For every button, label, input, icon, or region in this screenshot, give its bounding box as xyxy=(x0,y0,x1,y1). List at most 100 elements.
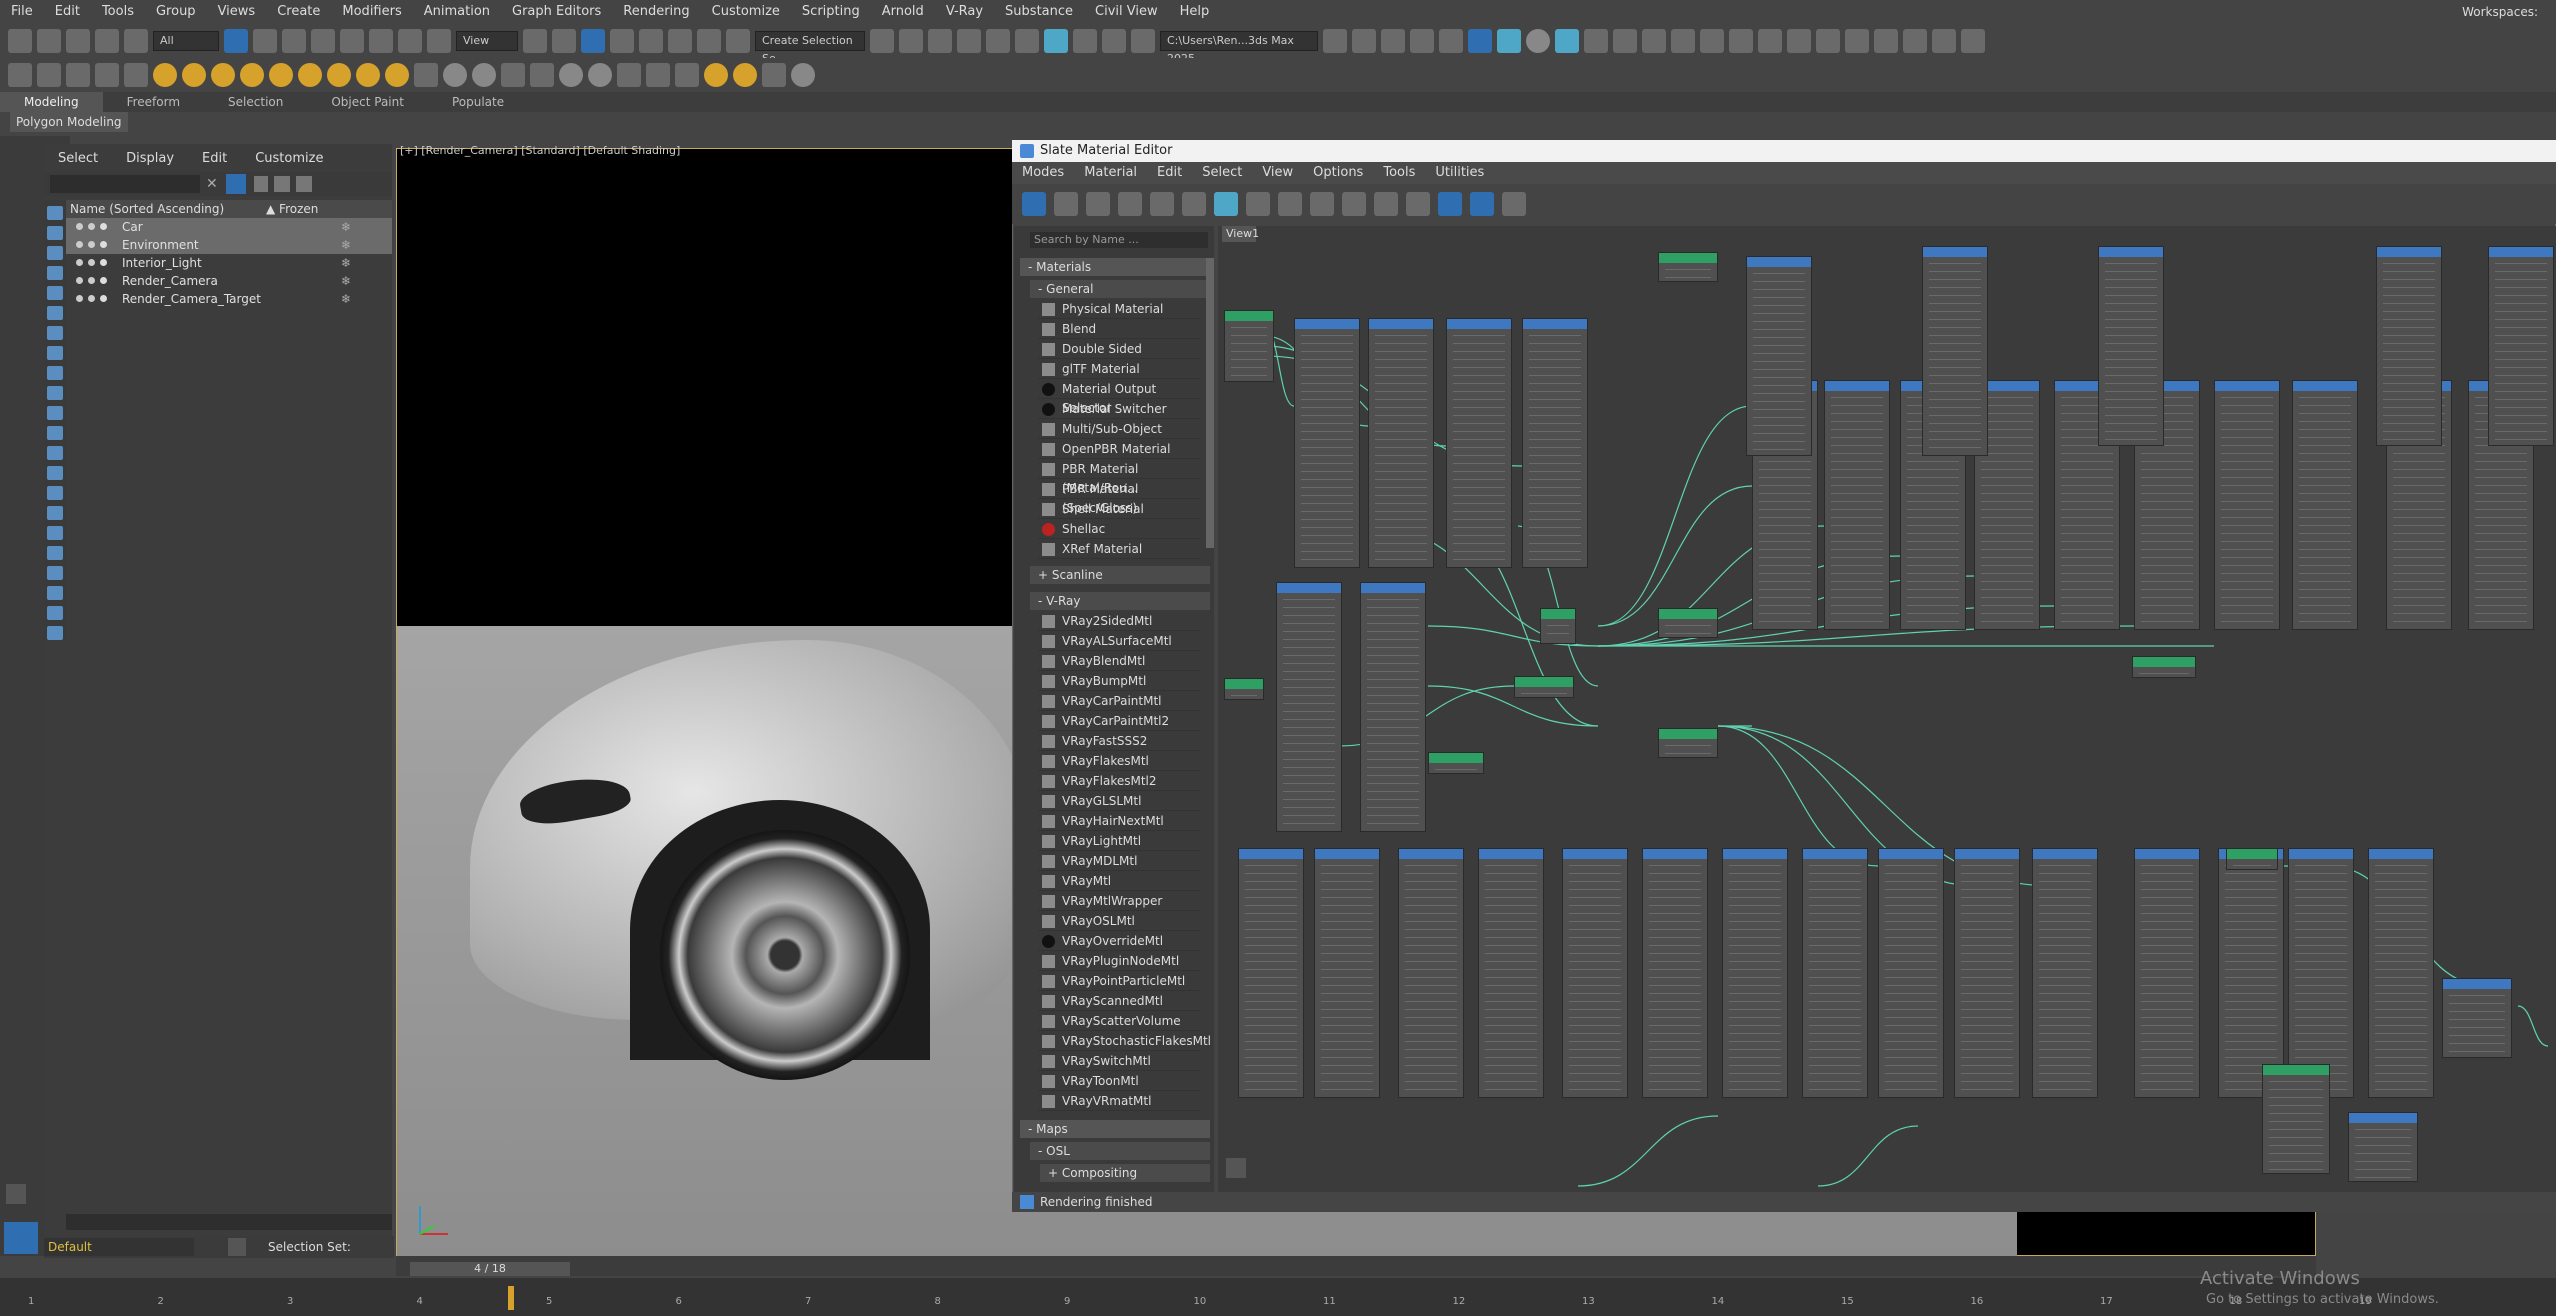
vray-ipr-icon[interactable] xyxy=(1932,29,1956,53)
slate-menu-view[interactable]: View xyxy=(1252,162,1303,184)
explorer-tool-icon[interactable] xyxy=(47,226,63,240)
material-node[interactable] xyxy=(1514,676,1574,698)
nav-zoom-icon[interactable] xyxy=(1470,192,1494,216)
material-node[interactable] xyxy=(1954,848,2020,1098)
material-node[interactable] xyxy=(1314,848,1380,1098)
material-item[interactable]: VRayFlakesMtl2 xyxy=(1038,772,1200,791)
menu-graph-editors[interactable]: Graph Editors xyxy=(501,0,612,24)
explorer-tool-icon[interactable] xyxy=(47,626,63,640)
toggle-scene-explorer-icon[interactable] xyxy=(928,29,952,53)
material-node[interactable] xyxy=(2226,848,2278,870)
scale-icon[interactable] xyxy=(398,29,422,53)
material-node[interactable] xyxy=(1224,678,1264,700)
spinner-snap-icon[interactable] xyxy=(697,29,721,53)
material-node[interactable] xyxy=(2376,246,2442,446)
material-item[interactable]: VRay2SidedMtl xyxy=(1038,612,1200,631)
keyboard-shortcut-icon[interactable] xyxy=(581,29,605,53)
grid-icon[interactable] xyxy=(762,63,786,87)
lock-icon[interactable] xyxy=(254,176,268,192)
material-node[interactable] xyxy=(1478,848,1544,1098)
material-node[interactable] xyxy=(1446,318,1512,568)
vray-light-icon[interactable] xyxy=(1671,29,1695,53)
slate-menu-material[interactable]: Material xyxy=(1074,162,1147,184)
select-by-name-icon[interactable] xyxy=(253,29,277,53)
material-node[interactable] xyxy=(2032,848,2098,1098)
placement-icon[interactable] xyxy=(427,29,451,53)
material-node[interactable] xyxy=(1360,582,1426,832)
scene-row[interactable]: Interior_Light ❄ xyxy=(66,254,392,272)
camera-icon[interactable] xyxy=(66,63,90,87)
vray-proxy-icon[interactable] xyxy=(1845,29,1869,53)
material-item[interactable]: VRayFastSSS2 xyxy=(1038,732,1200,751)
rotate-icon[interactable] xyxy=(369,29,393,53)
material-node[interactable] xyxy=(1562,848,1628,1098)
alem-icon[interactable] xyxy=(1758,29,1782,53)
filter-icon[interactable] xyxy=(226,174,246,194)
window-crossing-icon[interactable] xyxy=(311,29,335,53)
nav-fit-icon[interactable] xyxy=(1438,192,1462,216)
material-node[interactable] xyxy=(2214,380,2280,630)
material-node[interactable] xyxy=(2288,848,2354,1098)
vray-denoise-icon[interactable] xyxy=(1903,29,1927,53)
material-item[interactable]: VRayOverrideMtl xyxy=(1038,932,1200,951)
material-node[interactable] xyxy=(2292,380,2358,630)
material-node[interactable] xyxy=(2218,848,2284,1098)
pin-icon[interactable] xyxy=(1700,29,1724,53)
maxscript-icon[interactable] xyxy=(4,1222,38,1254)
explorer-tool-icon[interactable] xyxy=(47,526,63,540)
menu-rendering[interactable]: Rendering xyxy=(612,0,700,24)
scene-menu-edit[interactable]: Edit xyxy=(188,148,241,170)
vray-frame-icon[interactable] xyxy=(1642,29,1666,53)
ribbon-tab-modeling[interactable]: Modeling xyxy=(0,92,103,112)
delete-icon[interactable] xyxy=(1150,192,1174,216)
nav-pan-icon[interactable] xyxy=(1502,192,1526,216)
freeze-icon[interactable]: ❄ xyxy=(341,218,351,236)
view1-tab[interactable]: View1 xyxy=(1222,226,1259,242)
explorer-tool-icon[interactable] xyxy=(47,306,63,320)
ball-icon[interactable] xyxy=(472,63,496,87)
material-node[interactable] xyxy=(1294,318,1360,568)
vray-render-icon[interactable] xyxy=(1555,29,1579,53)
scene-row[interactable]: Car ❄ xyxy=(66,218,392,236)
material-item[interactable]: Blend xyxy=(1038,320,1200,339)
teapot-icon[interactable] xyxy=(8,63,32,87)
render-setup-icon[interactable] xyxy=(1073,29,1097,53)
visibility-icon[interactable] xyxy=(76,295,116,303)
material-item[interactable]: VRayBlendMtl xyxy=(1038,652,1200,671)
scanline-group[interactable]: + Scanline xyxy=(1030,566,1210,584)
menu-create[interactable]: Create xyxy=(266,0,331,24)
material-node[interactable] xyxy=(1722,848,1788,1098)
circle-icon[interactable] xyxy=(1526,29,1550,53)
material-node[interactable] xyxy=(2348,1112,2418,1182)
material-node[interactable] xyxy=(1802,848,1868,1098)
materials-group[interactable]: - Materials xyxy=(1020,258,1210,276)
explorer-tool-icon[interactable] xyxy=(47,506,63,520)
vray-tools-icon[interactable] xyxy=(1816,29,1840,53)
osl-group[interactable]: - OSL xyxy=(1030,1142,1210,1160)
rendered-frame-window-icon[interactable] xyxy=(1102,29,1126,53)
material-item[interactable]: Shell Material xyxy=(1038,500,1200,519)
material-item[interactable]: Material Output Selector xyxy=(1038,380,1200,415)
browser-scrollbar[interactable] xyxy=(1206,258,1214,548)
decal-icon[interactable] xyxy=(530,63,554,87)
freeze-icon[interactable]: ❄ xyxy=(341,272,351,290)
bind-space-warp-icon[interactable] xyxy=(124,29,148,53)
lightmix-icon[interactable] xyxy=(704,63,728,87)
scene-menu-display[interactable]: Display xyxy=(112,148,188,170)
slate-menu-options[interactable]: Options xyxy=(1303,162,1373,184)
snaps-toggle-icon[interactable] xyxy=(610,29,634,53)
material-item[interactable]: Physical Material xyxy=(1038,300,1200,319)
project-path-dropdown[interactable]: C:\Users\Ren...3ds Max 2025 xyxy=(1160,31,1318,65)
named-selection-dropdown[interactable]: Create Selection Se xyxy=(755,31,865,65)
pick-material-icon[interactable] xyxy=(1054,192,1078,216)
menu-modifiers[interactable]: Modifiers xyxy=(331,0,412,24)
material-item[interactable]: VRayPluginNodeMtl xyxy=(1038,952,1200,971)
vray-extra-icon[interactable] xyxy=(1961,29,1985,53)
star-light-icon[interactable] xyxy=(385,63,409,87)
vray-toolbar-icon[interactable] xyxy=(1584,29,1608,53)
scene-explorer-scrollbar[interactable] xyxy=(66,1214,392,1230)
vray-scene-icon[interactable] xyxy=(1874,29,1898,53)
material-node[interactable] xyxy=(1922,246,1988,456)
ribbon-tab-populate[interactable]: Populate xyxy=(428,92,528,112)
material-id-icon[interactable] xyxy=(1406,192,1430,216)
